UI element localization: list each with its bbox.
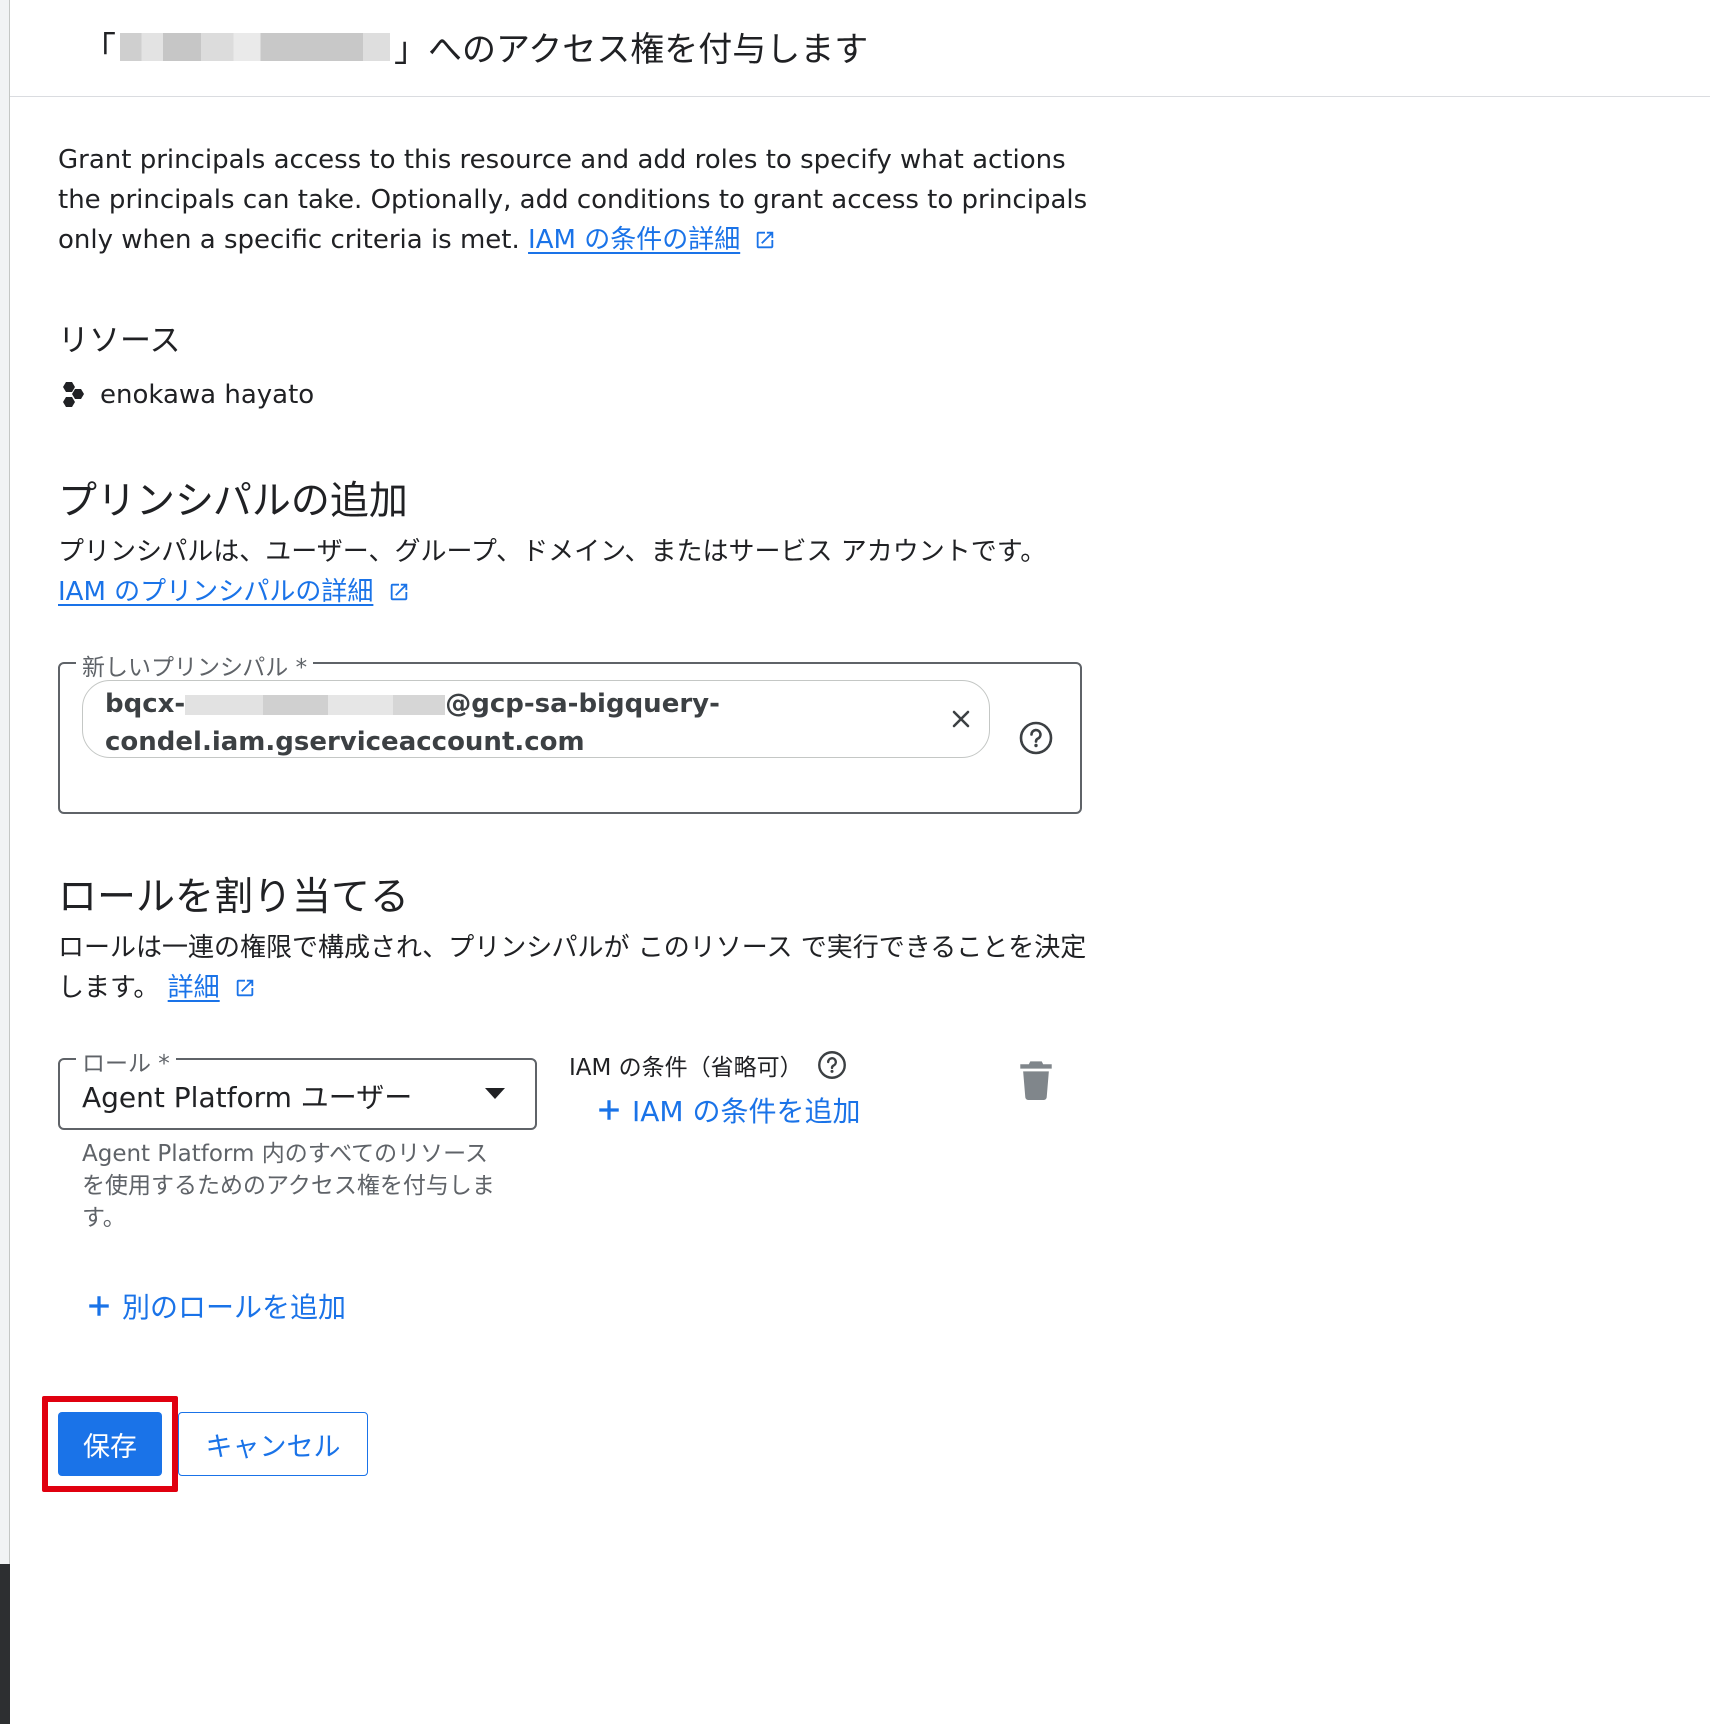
redacted-resource-name	[120, 32, 390, 61]
background-panel-dark	[0, 1564, 10, 1724]
save-button[interactable]: 保存	[58, 1412, 162, 1476]
new-principal-label: 新しいプリンシパル *	[76, 648, 314, 682]
background-panel-edge	[0, 0, 10, 1724]
assign-roles-desc: ロールは一連の権限で構成され、プリンシパルが このリソース で実行できることを決…	[58, 933, 1087, 1003]
role-description: Agent Platform 内のすべてのリソースを使用するためのアクセス権を付…	[82, 1141, 495, 1231]
intro-text: Grant principals access to this resource…	[58, 145, 1088, 255]
delete-icon[interactable]	[1018, 1060, 1054, 1100]
add-another-role-button[interactable]: 別のロールを追加	[86, 1286, 346, 1326]
plus-icon	[599, 1100, 619, 1120]
add-principals-desc: プリンシパルは、ユーザー、グループ、ドメイン、またはサービス アカウントです。 …	[58, 537, 1047, 607]
assign-roles-title: ロールを割り当てる	[58, 875, 410, 920]
plus-icon	[89, 1296, 109, 1316]
principal-chip-line2: condel.iam.gserviceaccount.com	[105, 727, 585, 757]
role-label: ロール *	[76, 1044, 176, 1078]
roles-details-link[interactable]: 詳細	[168, 973, 220, 1003]
iam-conditions-link[interactable]: IAM の条件の詳細	[528, 225, 740, 255]
open-in-new-icon	[390, 583, 407, 601]
dropdown-arrow-icon	[485, 1088, 505, 1099]
add-principals-title: プリンシパルの追加	[58, 479, 408, 524]
project-icon	[63, 382, 84, 407]
open-in-new-icon	[757, 231, 774, 249]
principal-chip[interactable]: bqcx- @gcp-sa-bigquery- condel.iam.gservi…	[82, 680, 990, 758]
dialog-header: 「 」へのアクセス権を付与します	[10, 0, 1710, 97]
cancel-button[interactable]: キャンセル	[178, 1412, 368, 1476]
dialog-title: 「 」へのアクセス権を付与します	[82, 30, 869, 70]
close-icon	[952, 710, 970, 728]
iam-principals-link[interactable]: IAM のプリンシパルの詳細	[58, 577, 373, 607]
resource-row: enokawa hayato	[60, 380, 314, 410]
role-select[interactable]: ロール * Agent Platform ユーザー	[58, 1044, 537, 1130]
add-iam-condition-button[interactable]: IAM の条件を追加	[596, 1090, 860, 1130]
help-icon[interactable]	[1016, 718, 1056, 758]
role-value: Agent Platform ユーザー	[82, 1081, 413, 1114]
intro-section: Grant principals access to this resource…	[58, 140, 1088, 260]
principal-chip-line1: bqcx- @gcp-sa-bigquery-	[105, 689, 720, 719]
help-icon[interactable]	[815, 1048, 849, 1082]
redacted-principal-id	[185, 695, 446, 715]
open-in-new-icon	[236, 979, 254, 997]
resource-label: リソース	[58, 323, 181, 359]
resource-name: enokawa hayato	[100, 380, 315, 410]
remove-principal-button[interactable]	[943, 701, 979, 737]
new-principal-field[interactable]: 新しいプリンシパル * bqcx- @gcp-sa-bigquery- conde…	[58, 648, 1082, 814]
iam-condition-label: IAM の条件（省略可）	[569, 1048, 849, 1082]
